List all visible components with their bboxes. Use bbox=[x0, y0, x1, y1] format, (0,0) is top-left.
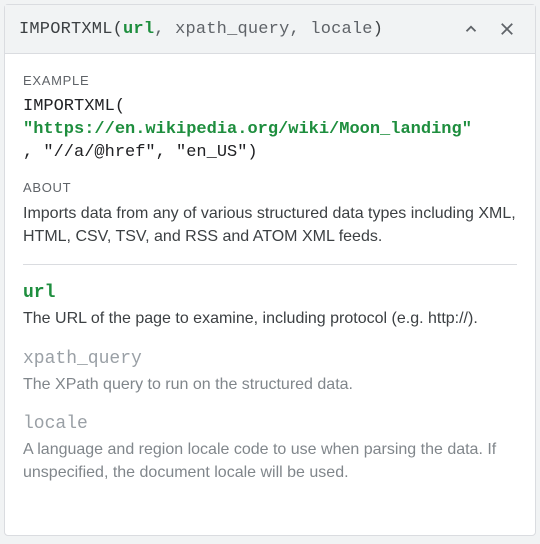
example-section-title: EXAMPLE bbox=[23, 72, 517, 90]
params-list: urlThe URL of the page to examine, inclu… bbox=[23, 281, 517, 484]
signature-sep1: , bbox=[154, 20, 175, 39]
signature-fn-name: IMPORTXML bbox=[19, 20, 113, 39]
example-url: https://en.wikipedia.org/wiki/Moon_landi… bbox=[33, 120, 461, 139]
about-section-title: ABOUT bbox=[23, 179, 517, 197]
signature-arg-xpath: xpath_query bbox=[175, 20, 289, 39]
panel-body: EXAMPLE IMPORTXML( "https://en.wikipedia… bbox=[5, 54, 535, 518]
example-fn: IMPORTXML( bbox=[23, 97, 125, 116]
signature-arg-url: url bbox=[123, 20, 154, 39]
signature-open-paren: ( bbox=[113, 20, 123, 39]
param-name-locale: locale bbox=[23, 412, 517, 437]
param-name-url: url bbox=[23, 281, 517, 306]
example-code: IMPORTXML( "https://en.wikipedia.org/wik… bbox=[23, 96, 517, 165]
chevron-up-icon bbox=[462, 20, 480, 38]
collapse-button[interactable] bbox=[457, 15, 485, 43]
close-button[interactable] bbox=[493, 15, 521, 43]
param-name-xpath_query: xpath_query bbox=[23, 347, 517, 372]
signature-arg-locale: locale bbox=[310, 20, 372, 39]
param-desc-xpath_query: The XPath query to run on the structured… bbox=[23, 374, 517, 396]
signature-close-paren: ) bbox=[373, 20, 383, 39]
example-url-close-quote: " bbox=[462, 120, 472, 139]
divider bbox=[23, 264, 517, 265]
param-desc-url: The URL of the page to examine, includin… bbox=[23, 308, 517, 330]
function-help-panel: IMPORTXML(url, xpath_query, locale) EXAM… bbox=[4, 4, 536, 536]
function-signature: IMPORTXML(url, xpath_query, locale) bbox=[19, 20, 449, 39]
close-icon bbox=[498, 20, 516, 38]
example-url-open-quote: " bbox=[23, 120, 33, 139]
param-desc-locale: A language and region locale code to use… bbox=[23, 439, 517, 484]
signature-sep2: , bbox=[289, 20, 310, 39]
example-rest: , "//a/@href", "en_US") bbox=[23, 143, 258, 162]
panel-header: IMPORTXML(url, xpath_query, locale) bbox=[5, 5, 535, 54]
about-text: Imports data from any of various structu… bbox=[23, 203, 517, 248]
